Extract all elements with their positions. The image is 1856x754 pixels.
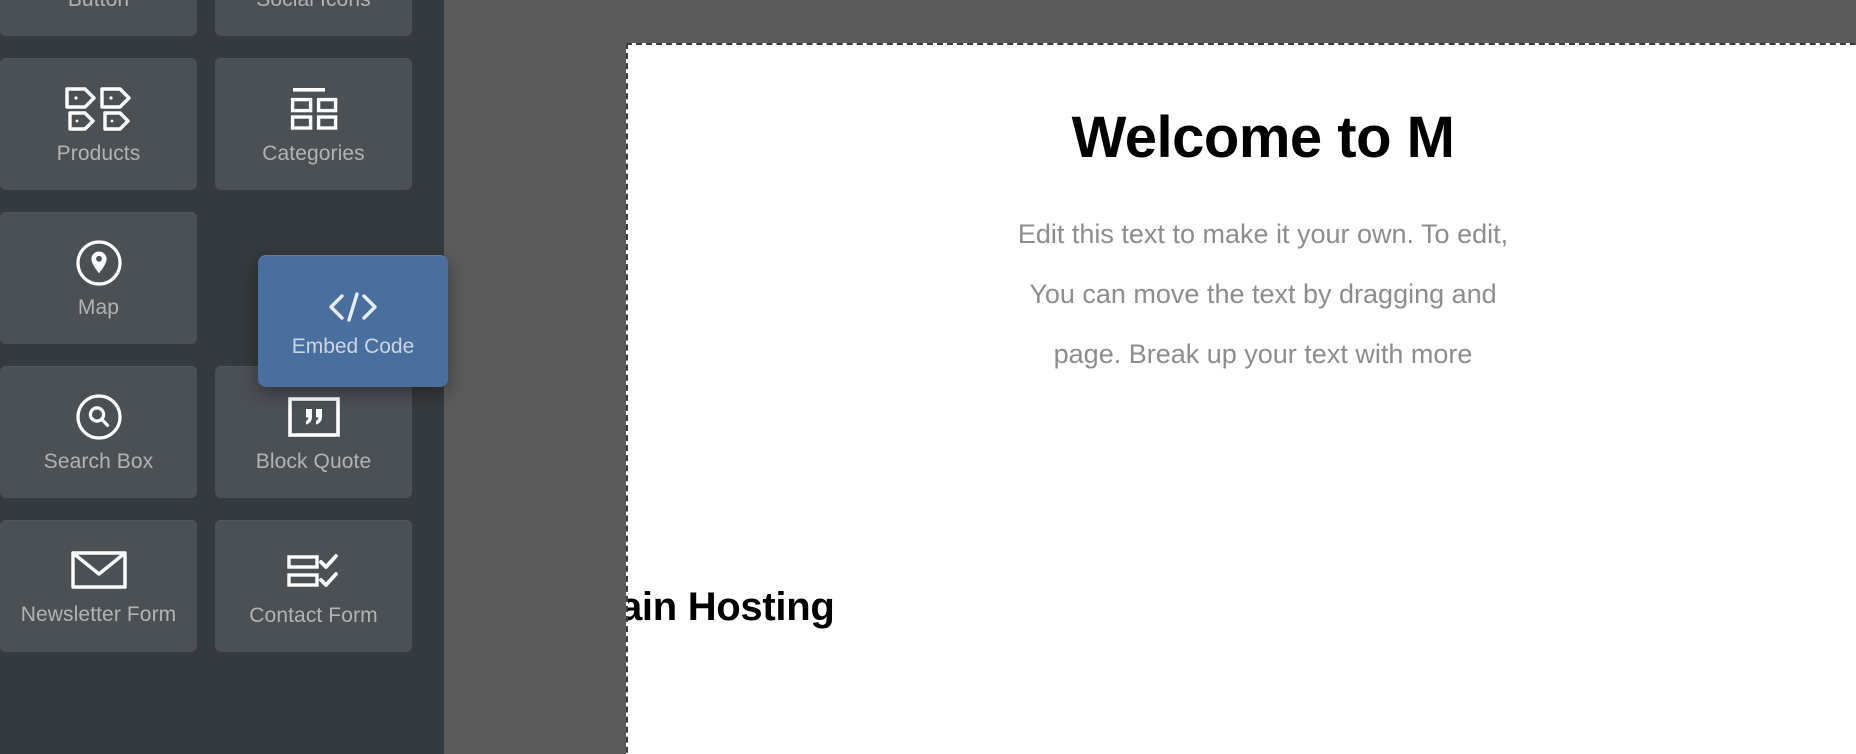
widget-tile-embed-code[interactable]: Embed Code bbox=[258, 255, 448, 387]
widget-tile-social-icons[interactable]: Social Icons bbox=[215, 0, 412, 36]
search-circle-icon bbox=[75, 391, 123, 443]
form-check-icon bbox=[286, 545, 341, 597]
hero-block[interactable]: Welcome to M Edit this text to make it y… bbox=[628, 45, 1856, 384]
section-heading: Domain Hosting bbox=[628, 585, 835, 629]
hero-paragraph: Edit this text to make it your own. To e… bbox=[628, 204, 1856, 384]
widget-tile-label: Categories bbox=[262, 141, 365, 165]
hero-paragraph-line: You can move the text by dragging and bbox=[1029, 278, 1497, 309]
widget-tile-map[interactable]: Map bbox=[0, 212, 197, 344]
block-quote-icon bbox=[287, 391, 340, 443]
widget-tile-label: Contact Form bbox=[249, 603, 378, 627]
widget-tile-products[interactable]: Products bbox=[0, 58, 197, 190]
widget-tile-button[interactable]: Button bbox=[0, 0, 197, 36]
envelope-icon bbox=[70, 544, 127, 596]
widget-tile-label: Button bbox=[68, 0, 129, 12]
widget-tile-label: Search Box bbox=[43, 449, 154, 473]
map-pin-circle-icon bbox=[75, 237, 123, 289]
page-title: Welcome to M bbox=[1071, 105, 1455, 170]
widget-tile-label: Embed Code bbox=[291, 335, 415, 358]
hero-paragraph-line: Edit this text to make it your own. To e… bbox=[1017, 218, 1509, 249]
widget-tile-categories[interactable]: Categories bbox=[215, 58, 412, 190]
widget-tile-contact-form[interactable]: Contact Form bbox=[215, 520, 412, 652]
widget-tile-label: Newsletter Form bbox=[20, 603, 177, 626]
widget-tile-newsletter-form[interactable]: Newsletter Form bbox=[0, 520, 197, 652]
widget-tile-label: Map bbox=[77, 295, 120, 319]
widget-tile-label: Products bbox=[56, 141, 141, 165]
widget-tile-label: Block Quote bbox=[255, 449, 372, 473]
page-canvas[interactable]: Welcome to M Edit this text to make it y… bbox=[626, 43, 1856, 754]
widget-tile-search-box[interactable]: Search Box bbox=[0, 366, 197, 498]
tags-icon bbox=[64, 83, 134, 135]
hero-paragraph-line: page. Break up your text with more bbox=[1053, 338, 1473, 369]
code-brackets-icon bbox=[326, 283, 380, 331]
grid-list-icon bbox=[289, 83, 339, 135]
widget-tile-label: Social Icons bbox=[256, 0, 370, 12]
